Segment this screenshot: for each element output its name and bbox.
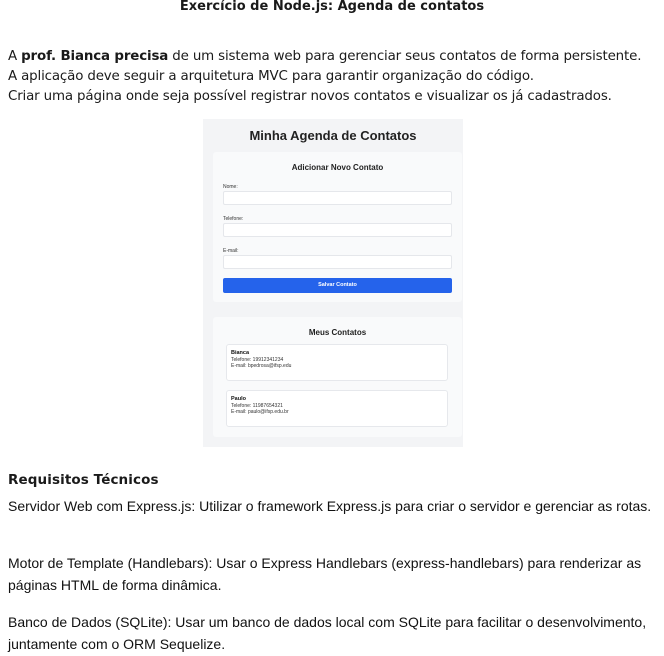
intro-bold: prof. Bianca precisa: [21, 49, 169, 64]
app-screenshot: Minha Agenda de Contatos Adicionar Novo …: [203, 119, 463, 447]
app-title: Minha Agenda de Contatos: [249, 128, 417, 143]
email-input[interactable]: [223, 255, 452, 269]
intro-line-2: A aplicação deve seguir a arquitetura MV…: [8, 69, 534, 84]
save-contact-button[interactable]: Salvar Contato: [223, 278, 452, 293]
intro-line-1: A prof. Bianca precisa de um sistema web…: [8, 47, 660, 67]
form-title: Adicionar Novo Contato: [291, 163, 384, 172]
contact-card: Bianca Telefone: 19912341234 E-mail: bpe…: [226, 344, 448, 381]
phone-input[interactable]: [223, 223, 452, 237]
contacts-list: Meus Contatos Bianca Telefone: 199123412…: [213, 317, 462, 437]
intro-line-1-rest: de um sistema web para gerenciar seus co…: [168, 49, 642, 64]
name-input[interactable]: [223, 191, 452, 205]
contact-email: E-mail: paulo@ifsp.edu.br: [231, 409, 289, 415]
intro-prefix: A: [8, 49, 22, 64]
intro-line-3: Criar uma página onde seja possível regi…: [8, 89, 612, 104]
email-label: E-mail:: [223, 248, 239, 254]
requirement-sqlite: Banco de Dados (SQLite): Usar um banco d…: [8, 614, 647, 652]
requirement-express: Servidor Web com Express.js: Utilizar o …: [8, 498, 652, 514]
contact-card: Paulo Telefone: 11987654321 E-mail: paul…: [226, 390, 448, 427]
requirement-handlebars: Motor de Template (Handlebars): Usar o E…: [8, 555, 642, 593]
list-title: Meus Contatos: [308, 328, 367, 337]
intro-paragraph: A prof. Bianca precisa de um sistema web…: [8, 47, 660, 107]
name-label: Nome:: [223, 184, 238, 190]
phone-label: Telefone:: [223, 216, 244, 222]
contact-email: E-mail: bpedrosa@ifsp.edu: [231, 363, 292, 369]
add-contact-form: Adicionar Novo Contato Nome: Telefone: E…: [213, 152, 462, 302]
document-title: Exercício de Node.js: Agenda de contatos: [179, 0, 485, 14]
requirements-heading: Requisitos Técnicos: [8, 472, 159, 488]
